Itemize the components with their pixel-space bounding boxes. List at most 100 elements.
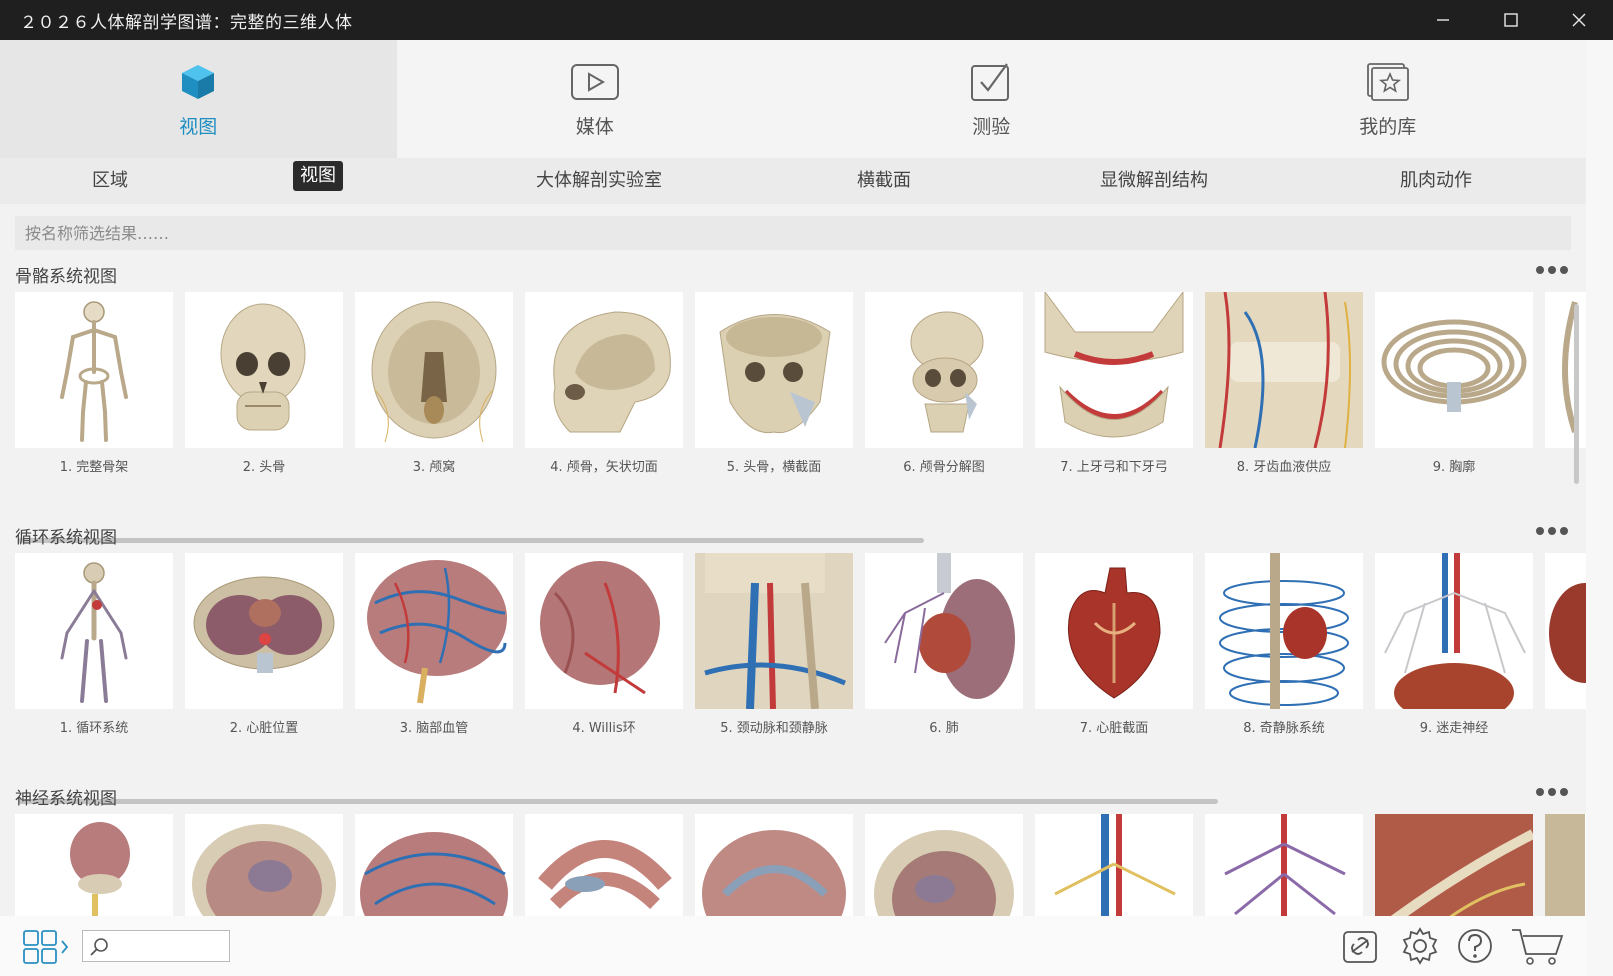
minimize-button[interactable]: [1409, 0, 1477, 40]
circle-of-willis-thumbnail: [525, 553, 683, 709]
thumbnail-card[interactable]: 3. 颅窝: [355, 292, 513, 476]
skull-thumbnail: [185, 292, 343, 448]
subtab-muscle-actions[interactable]: 肌肉动作: [1400, 158, 1472, 204]
vertical-scrollbar[interactable]: [1574, 304, 1579, 484]
cranial-fossa-thumbnail: [355, 292, 513, 448]
thumbnail-card[interactable]: [1545, 292, 1586, 476]
link-button[interactable]: [1340, 926, 1380, 970]
thumbnail-label: 6. 肺: [929, 721, 959, 736]
more-options-button[interactable]: [1536, 788, 1568, 796]
thumbnail-label: [1545, 456, 1586, 476]
thumbnail-card[interactable]: 9. 迷走神经: [1375, 553, 1533, 737]
thumbnail-card[interactable]: 8. 奇静脉系统: [1205, 553, 1363, 737]
close-icon: [1572, 13, 1586, 27]
cube-icon: [178, 60, 218, 104]
thumbnail-label: 3. 颅窝: [412, 460, 456, 475]
grid-menu-button[interactable]: [22, 929, 72, 969]
thumbnail-label: 2. 心脏位置: [229, 721, 299, 736]
tab-library[interactable]: 我的库: [1190, 40, 1587, 158]
link-icon: [1343, 931, 1377, 963]
more-options-button[interactable]: [1536, 266, 1568, 274]
skull-sagittal-thumbnail: [525, 292, 683, 448]
thumbnail-label: 3. 脑部血管: [399, 721, 469, 736]
thumbnail-row: 1. 完整骨架 2. 头骨 3. 颅窝 4. 颅骨，矢状切面 5. 头骨，横截面…: [15, 292, 1586, 476]
close-button[interactable]: [1545, 0, 1613, 40]
dental-arches-thumbnail: [1035, 292, 1193, 448]
thumbnail-label: 8. 奇静脉系统: [1243, 721, 1325, 736]
thumbnail-label: 7. 上牙弓和下牙弓: [1060, 460, 1168, 475]
subtab-regions[interactable]: 区域: [92, 158, 128, 204]
window-title: ２０２６人体解剖学图谱：完整的三维人体: [20, 12, 353, 33]
thumbnail-card[interactable]: 2. 头骨: [185, 292, 343, 476]
thumbnail-card[interactable]: 6. 肺: [865, 553, 1023, 737]
gear-icon: [1402, 927, 1438, 965]
window-right-gutter: [1586, 40, 1613, 976]
thumbnail-card[interactable]: 8. 牙齿血液供应: [1205, 292, 1363, 476]
thumbnail-card[interactable]: 5. 颈动脉和颈静脉: [695, 553, 853, 737]
thumbnail-card[interactable]: 1. 完整骨架: [15, 292, 173, 476]
thumbnail-label: 5. 头骨，横截面: [726, 460, 822, 475]
thumbnail-card[interactable]: 7. 上牙弓和下牙弓: [1035, 292, 1193, 476]
sub-tab-bar: 区域 系统 大体解剖实验室 横截面 显微解剖结构 肌肉动作: [0, 158, 1586, 204]
section-title: 骨骼系统视图: [15, 267, 117, 287]
skull-exploded-thumbnail: [865, 292, 1023, 448]
thumbnail-card[interactable]: [1545, 553, 1586, 737]
subtab-microanatomy[interactable]: 显微解剖结构: [1100, 158, 1208, 204]
skull-cross-section-thumbnail: [695, 292, 853, 448]
top-tab-bar: 视图 媒体 测验 我的库: [0, 40, 1586, 158]
section-title: 循环系统视图: [15, 528, 117, 548]
thumbnail-card[interactable]: 4. Willis环: [525, 553, 683, 737]
brain-vessels-thumbnail: [355, 553, 513, 709]
thumbnail-label: 9. 胸廓: [1432, 460, 1476, 475]
filter-bar: [15, 216, 1571, 250]
thumbnail-label: 4. 颅骨，矢状切面: [550, 460, 658, 475]
bottom-search-input[interactable]: [82, 930, 230, 962]
settings-button[interactable]: [1400, 926, 1440, 970]
subtab-dissection-lab[interactable]: 大体解剖实验室: [536, 158, 662, 204]
thumbnail-card[interactable]: 4. 颅骨，矢状切面: [525, 292, 683, 476]
bottom-bar: [0, 916, 1586, 976]
thumbnail-card[interactable]: 9. 胸廓: [1375, 292, 1533, 476]
tab-quiz[interactable]: 测验: [793, 40, 1190, 158]
library-star-icon: [1365, 60, 1411, 104]
lungs-thumbnail: [865, 553, 1023, 709]
thumbnail-label: 6. 颅骨分解图: [903, 460, 985, 475]
grid-icon: [23, 930, 69, 964]
maximize-icon: [1504, 13, 1518, 27]
filter-input[interactable]: [15, 216, 1571, 250]
subtab-cross-sections[interactable]: 横截面: [857, 158, 911, 204]
thumbnail-card[interactable]: 7. 心脏截面: [1035, 553, 1193, 737]
thumbnail-card[interactable]: 3. 脑部血管: [355, 553, 513, 737]
thumbnail-label: 9. 迷走神经: [1419, 721, 1489, 736]
azygos-system-thumbnail: [1205, 553, 1363, 709]
help-button[interactable]: [1455, 926, 1495, 970]
maximize-button[interactable]: [1477, 0, 1545, 40]
section-circulatory: 循环系统视图 1. 循环系统 2. 心脏位置 3. 脑部血管 4. Willis…: [0, 523, 1586, 804]
tab-quiz-label: 测验: [972, 115, 1011, 138]
thumbnail-card[interactable]: 2. 心脏位置: [185, 553, 343, 737]
thumbnail-card[interactable]: 5. 头骨，横截面: [695, 292, 853, 476]
thumbnail-row: 1. 循环系统 2. 心脏位置 3. 脑部血管 4. Willis环 5. 颈动…: [15, 553, 1586, 737]
thumbnail-label: 1. 完整骨架: [59, 460, 129, 475]
tooltip: 视图: [293, 161, 343, 191]
tab-media-label: 媒体: [575, 115, 614, 138]
thumbnail-label: 8. 牙齿血液供应: [1236, 460, 1332, 475]
thumbnail-label: [1545, 717, 1586, 737]
partial-thumbnail: [1545, 292, 1586, 448]
dental-blood-supply-thumbnail: [1205, 292, 1363, 448]
heart-section-thumbnail: [1035, 553, 1193, 709]
tab-views-label: 视图: [179, 115, 218, 138]
more-options-button[interactable]: [1536, 527, 1568, 535]
circulatory-system-thumbnail: [15, 553, 173, 709]
thumbnail-card[interactable]: 1. 循环系统: [15, 553, 173, 737]
title-bar: ２０２６人体解剖学图谱：完整的三维人体: [0, 0, 1613, 40]
thumbnail-card[interactable]: 6. 颅骨分解图: [865, 292, 1023, 476]
carotid-jugular-thumbnail: [695, 553, 853, 709]
search-icon: [90, 938, 108, 956]
vagus-nerve-thumbnail: [1375, 553, 1533, 709]
tab-media[interactable]: 媒体: [397, 40, 794, 158]
cart-icon: [1512, 929, 1564, 965]
tab-views[interactable]: 视图: [0, 40, 397, 158]
cart-button[interactable]: [1510, 926, 1566, 970]
checkbox-icon: [969, 60, 1013, 104]
